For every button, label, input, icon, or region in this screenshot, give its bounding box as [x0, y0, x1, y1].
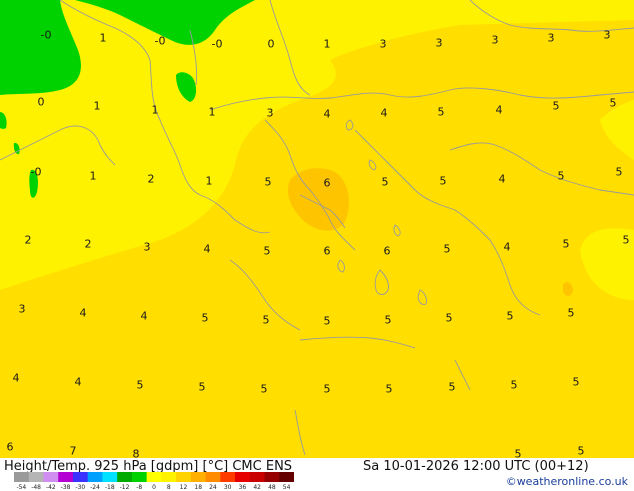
value-label: 5 — [506, 309, 514, 323]
colorbar-segment — [87, 472, 103, 482]
colorbar-segment — [58, 472, 74, 482]
contour-band-warm — [0, 20, 634, 458]
footer-bar: Height/Temp. 925 hPa [gdpm] [°C] CMC ENS… — [0, 458, 634, 491]
value-label: 4 — [380, 106, 388, 120]
value-label: 7 — [69, 444, 77, 458]
value-label: 5 — [384, 313, 392, 327]
valid-time: Sa 10-01-2026 12:00 UTC (00+12) — [363, 459, 589, 474]
value-label: 5 — [577, 444, 585, 458]
colorbar-segment — [28, 472, 44, 482]
value-label: 4 — [323, 107, 331, 121]
value-label: 5 — [323, 314, 331, 328]
value-label: 4 — [203, 242, 211, 256]
value-label: 5 — [263, 244, 271, 258]
value-label: 6 — [6, 440, 14, 454]
value-label: 1 — [205, 174, 213, 188]
value-label: 5 — [198, 380, 206, 394]
value-label: 1 — [99, 31, 107, 45]
contour-green-small-1 — [176, 72, 197, 102]
value-label: 4 — [79, 306, 87, 320]
value-label: 5 — [385, 382, 393, 396]
contour-green-nw — [0, 0, 81, 95]
colorbar-segment — [131, 472, 148, 482]
colorbar-segment — [205, 472, 221, 482]
value-label: 5 — [443, 242, 451, 256]
value-label: 4 — [74, 375, 82, 389]
value-label: 2 — [147, 172, 155, 186]
value-label: 5 — [514, 447, 522, 459]
value-label: 1 — [151, 103, 159, 117]
value-label: 5 — [381, 175, 389, 189]
contour-green-small-2 — [0, 112, 7, 129]
colorbar-segment — [102, 472, 118, 482]
value-label: 4 — [498, 172, 506, 186]
value-label: 5 — [622, 233, 630, 247]
value-label: 6 — [383, 244, 391, 258]
value-label: 6 — [323, 244, 331, 258]
colorbar-segment — [43, 472, 59, 482]
colorbar-segment — [117, 472, 133, 482]
colorbar-segment — [249, 472, 266, 482]
value-label: 4 — [503, 240, 511, 254]
value-label: -0 — [211, 37, 223, 51]
colorbar-segment — [14, 472, 30, 482]
value-label: 3 — [379, 37, 387, 51]
value-label: 5 — [615, 165, 623, 179]
value-label: 5 — [562, 237, 570, 251]
colorbar-segment — [264, 472, 280, 482]
value-label: 5 — [201, 311, 209, 325]
value-label: 0 — [267, 37, 275, 51]
value-label: 5 — [323, 382, 331, 396]
colorbar-segment — [161, 472, 177, 482]
value-label: 4 — [140, 309, 148, 323]
value-label: 1 — [323, 37, 331, 51]
value-label: 2 — [84, 237, 92, 251]
value-label: 5 — [557, 169, 565, 183]
value-label: -0 — [30, 165, 42, 179]
value-label: 5 — [448, 380, 456, 394]
value-label: 5 — [567, 306, 575, 320]
value-label: 2 — [24, 233, 32, 247]
map-canvas — [0, 0, 634, 458]
value-label: 5 — [609, 96, 617, 110]
value-label: 1 — [208, 105, 216, 119]
value-label: 5 — [552, 99, 560, 113]
value-label: 5 — [437, 105, 445, 119]
value-label: 8 — [132, 447, 140, 459]
value-label: 4 — [495, 103, 503, 117]
colorbar-segment — [176, 472, 192, 482]
colorbar-segment — [279, 472, 294, 482]
value-label: 3 — [18, 302, 26, 316]
credit-link[interactable]: ©weatheronline.co.uk — [506, 475, 628, 488]
value-label: -0 — [154, 34, 166, 48]
value-label: 5 — [264, 175, 272, 189]
value-label: 3 — [266, 106, 274, 120]
value-label: 5 — [439, 174, 447, 188]
colorbar — [14, 472, 294, 482]
value-label: 5 — [445, 311, 453, 325]
value-label: 3 — [491, 33, 499, 47]
value-label: 3 — [143, 240, 151, 254]
colorbar-segment — [72, 472, 89, 482]
weather-map: -0 1 -0 -0 0 1 3 3 3 3 3 0 1 1 1 3 4 4 5 4 5 5 -0 1 2 1 5 6 5 5 4 5 5 2 2 3… — [0, 0, 634, 458]
value-label: 4 — [12, 371, 20, 385]
value-label: 3 — [603, 28, 611, 42]
value-label: 0 — [37, 95, 45, 109]
value-label: 5 — [136, 378, 144, 392]
colorbar-segment — [146, 472, 162, 482]
value-label: 5 — [260, 382, 268, 396]
colorbar-segment — [235, 472, 251, 482]
value-label: 5 — [510, 378, 518, 392]
value-label: 5 — [572, 375, 580, 389]
value-label: 1 — [93, 99, 101, 113]
colorbar-segment — [190, 472, 207, 482]
colorbar-segment — [220, 472, 236, 482]
value-label: 1 — [89, 169, 97, 183]
value-label: 3 — [435, 36, 443, 50]
value-label: 6 — [323, 176, 331, 190]
value-label: 5 — [262, 313, 270, 327]
value-label: -0 — [40, 28, 52, 42]
value-label: 3 — [547, 31, 555, 45]
